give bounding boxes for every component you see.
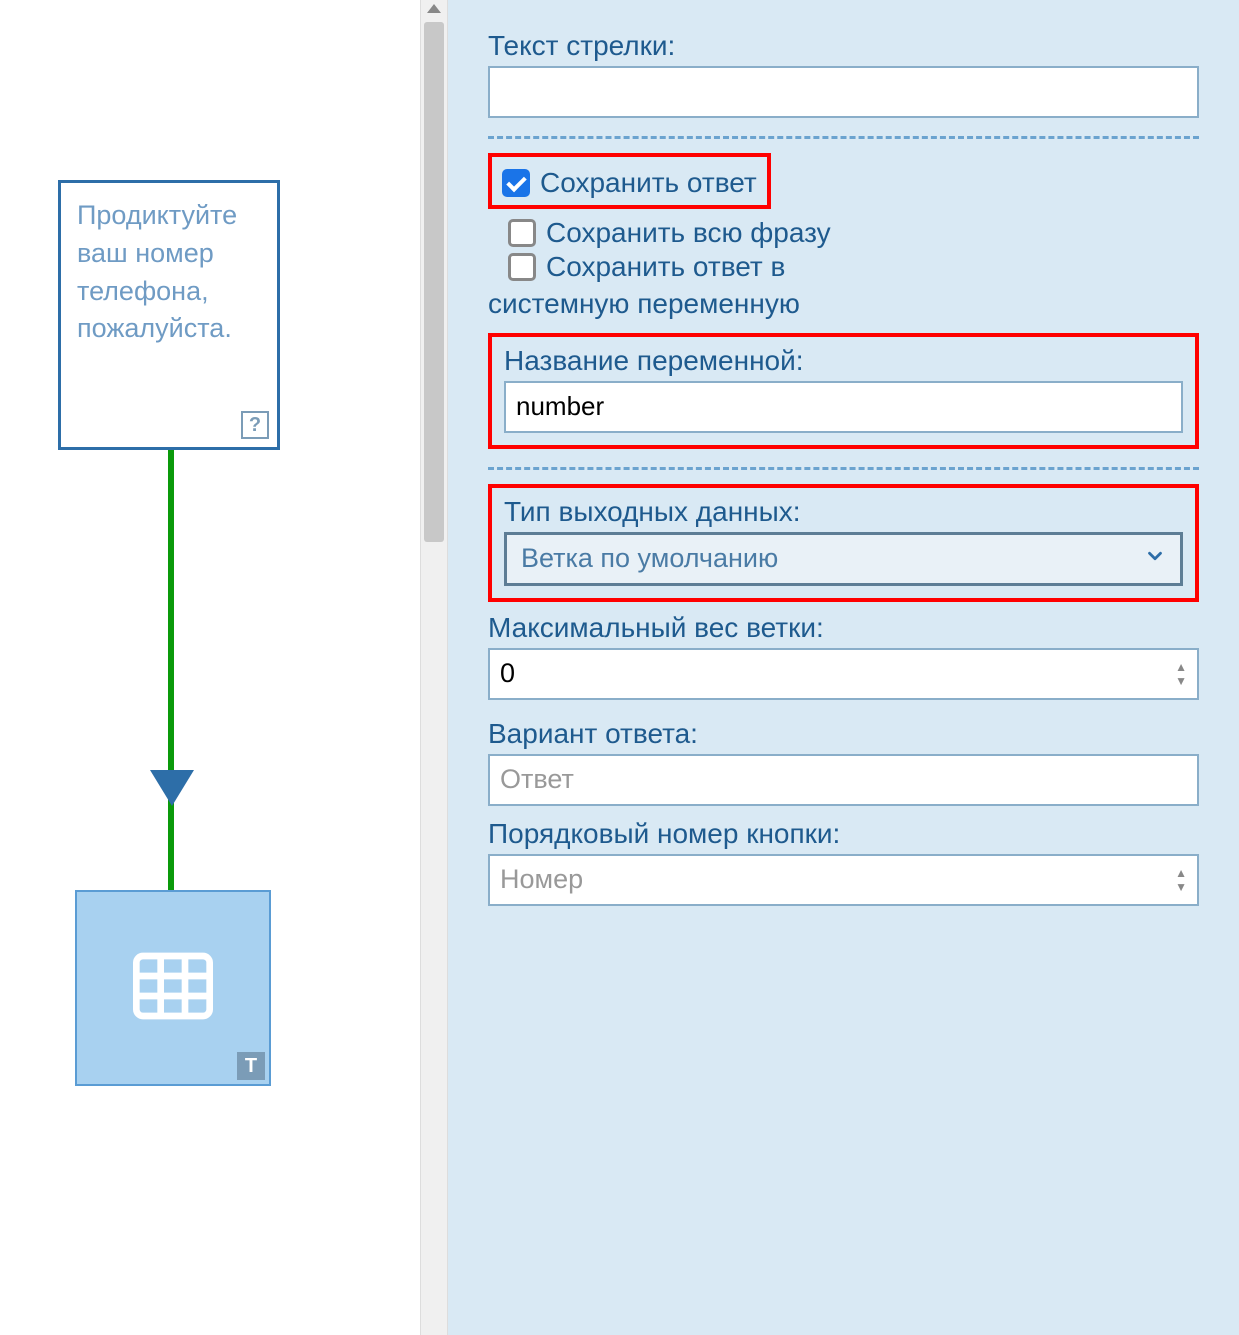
arrow-text-group: Текст стрелки: — [488, 30, 1199, 118]
variable-name-input[interactable] — [504, 381, 1183, 433]
table-icon — [133, 952, 213, 1025]
flow-node-table[interactable]: T — [75, 890, 271, 1086]
max-branch-weight-label: Максимальный вес ветки: — [488, 612, 1199, 644]
button-order-input[interactable]: Номер ▲ ▼ — [488, 854, 1199, 906]
checkbox-unchecked-icon[interactable] — [508, 253, 536, 281]
properties-panel: Текст стрелки: Сохранить ответ Сохранить… — [448, 0, 1239, 1335]
save-full-phrase-checkbox-row[interactable]: Сохранить всю фразу — [508, 217, 1199, 249]
save-sysvar-label-prefix: Сохранить ответ в — [546, 251, 785, 283]
button-order-placeholder: Номер — [500, 864, 583, 895]
output-type-select[interactable]: Ветка по умолчанию — [504, 532, 1183, 586]
arrow-text-input[interactable] — [488, 66, 1199, 118]
flow-arrow-line[interactable] — [168, 450, 174, 890]
answer-variant-group: Вариант ответа: Ответ — [488, 718, 1199, 806]
stepper-arrows-icon[interactable]: ▲ ▼ — [1175, 661, 1187, 687]
prompt-node-text: Продиктуйте ваш номер телефона, пожалуйс… — [77, 200, 237, 343]
checkbox-sub-group: Сохранить всю фразу Сохранить ответ в — [488, 217, 1199, 283]
variable-name-highlight: Название переменной: — [488, 333, 1199, 449]
t-badge-icon: T — [237, 1052, 265, 1080]
max-branch-weight-value: 0 — [500, 658, 515, 689]
button-order-label: Порядковый номер кнопки: — [488, 818, 1199, 850]
stepper-up-icon[interactable]: ▲ — [1175, 867, 1187, 879]
scroll-thumb[interactable] — [424, 22, 444, 542]
variable-name-label: Название переменной: — [504, 345, 1183, 377]
output-type-selected: Ветка по умолчанию — [521, 543, 778, 574]
checkbox-unchecked-icon[interactable] — [508, 219, 536, 247]
save-answer-checkbox-row[interactable]: Сохранить ответ — [502, 167, 757, 199]
stepper-down-icon[interactable]: ▼ — [1175, 881, 1187, 893]
help-icon-label: ? — [249, 411, 261, 439]
button-order-group: Порядковый номер кнопки: Номер ▲ ▼ — [488, 818, 1199, 906]
divider — [488, 467, 1199, 470]
scrollbar[interactable] — [420, 0, 448, 1335]
flow-canvas[interactable]: Продиктуйте ваш номер телефона, пожалуйс… — [0, 0, 420, 1335]
help-icon[interactable]: ? — [241, 411, 269, 439]
save-sysvar-label-suffix: системную переменную — [488, 285, 1199, 323]
t-badge-label: T — [245, 1055, 257, 1078]
stepper-arrows-icon[interactable]: ▲ ▼ — [1175, 867, 1187, 893]
stepper-down-icon[interactable]: ▼ — [1175, 675, 1187, 687]
chevron-down-icon — [1144, 543, 1166, 574]
save-answer-label: Сохранить ответ — [540, 167, 757, 199]
output-type-label: Тип выходных данных: — [504, 496, 1183, 528]
flow-arrow-head-icon — [150, 770, 194, 806]
save-full-phrase-label: Сохранить всю фразу — [546, 217, 831, 249]
arrow-text-label: Текст стрелки: — [488, 30, 1199, 62]
max-branch-weight-group: Максимальный вес ветки: 0 ▲ ▼ — [488, 612, 1199, 700]
output-type-highlight: Тип выходных данных: Ветка по умолчанию — [488, 484, 1199, 602]
flow-node-prompt[interactable]: Продиктуйте ваш номер телефона, пожалуйс… — [58, 180, 280, 450]
checkbox-checked-icon[interactable] — [502, 169, 530, 197]
stepper-up-icon[interactable]: ▲ — [1175, 661, 1187, 673]
scroll-up-icon[interactable] — [427, 4, 441, 13]
answer-variant-placeholder: Ответ — [500, 764, 574, 795]
answer-variant-label: Вариант ответа: — [488, 718, 1199, 750]
answer-variant-input[interactable]: Ответ — [488, 754, 1199, 806]
save-sysvar-checkbox-row[interactable]: Сохранить ответ в — [508, 251, 1199, 283]
max-branch-weight-input[interactable]: 0 ▲ ▼ — [488, 648, 1199, 700]
divider — [488, 136, 1199, 139]
save-answer-highlight: Сохранить ответ — [488, 153, 771, 209]
